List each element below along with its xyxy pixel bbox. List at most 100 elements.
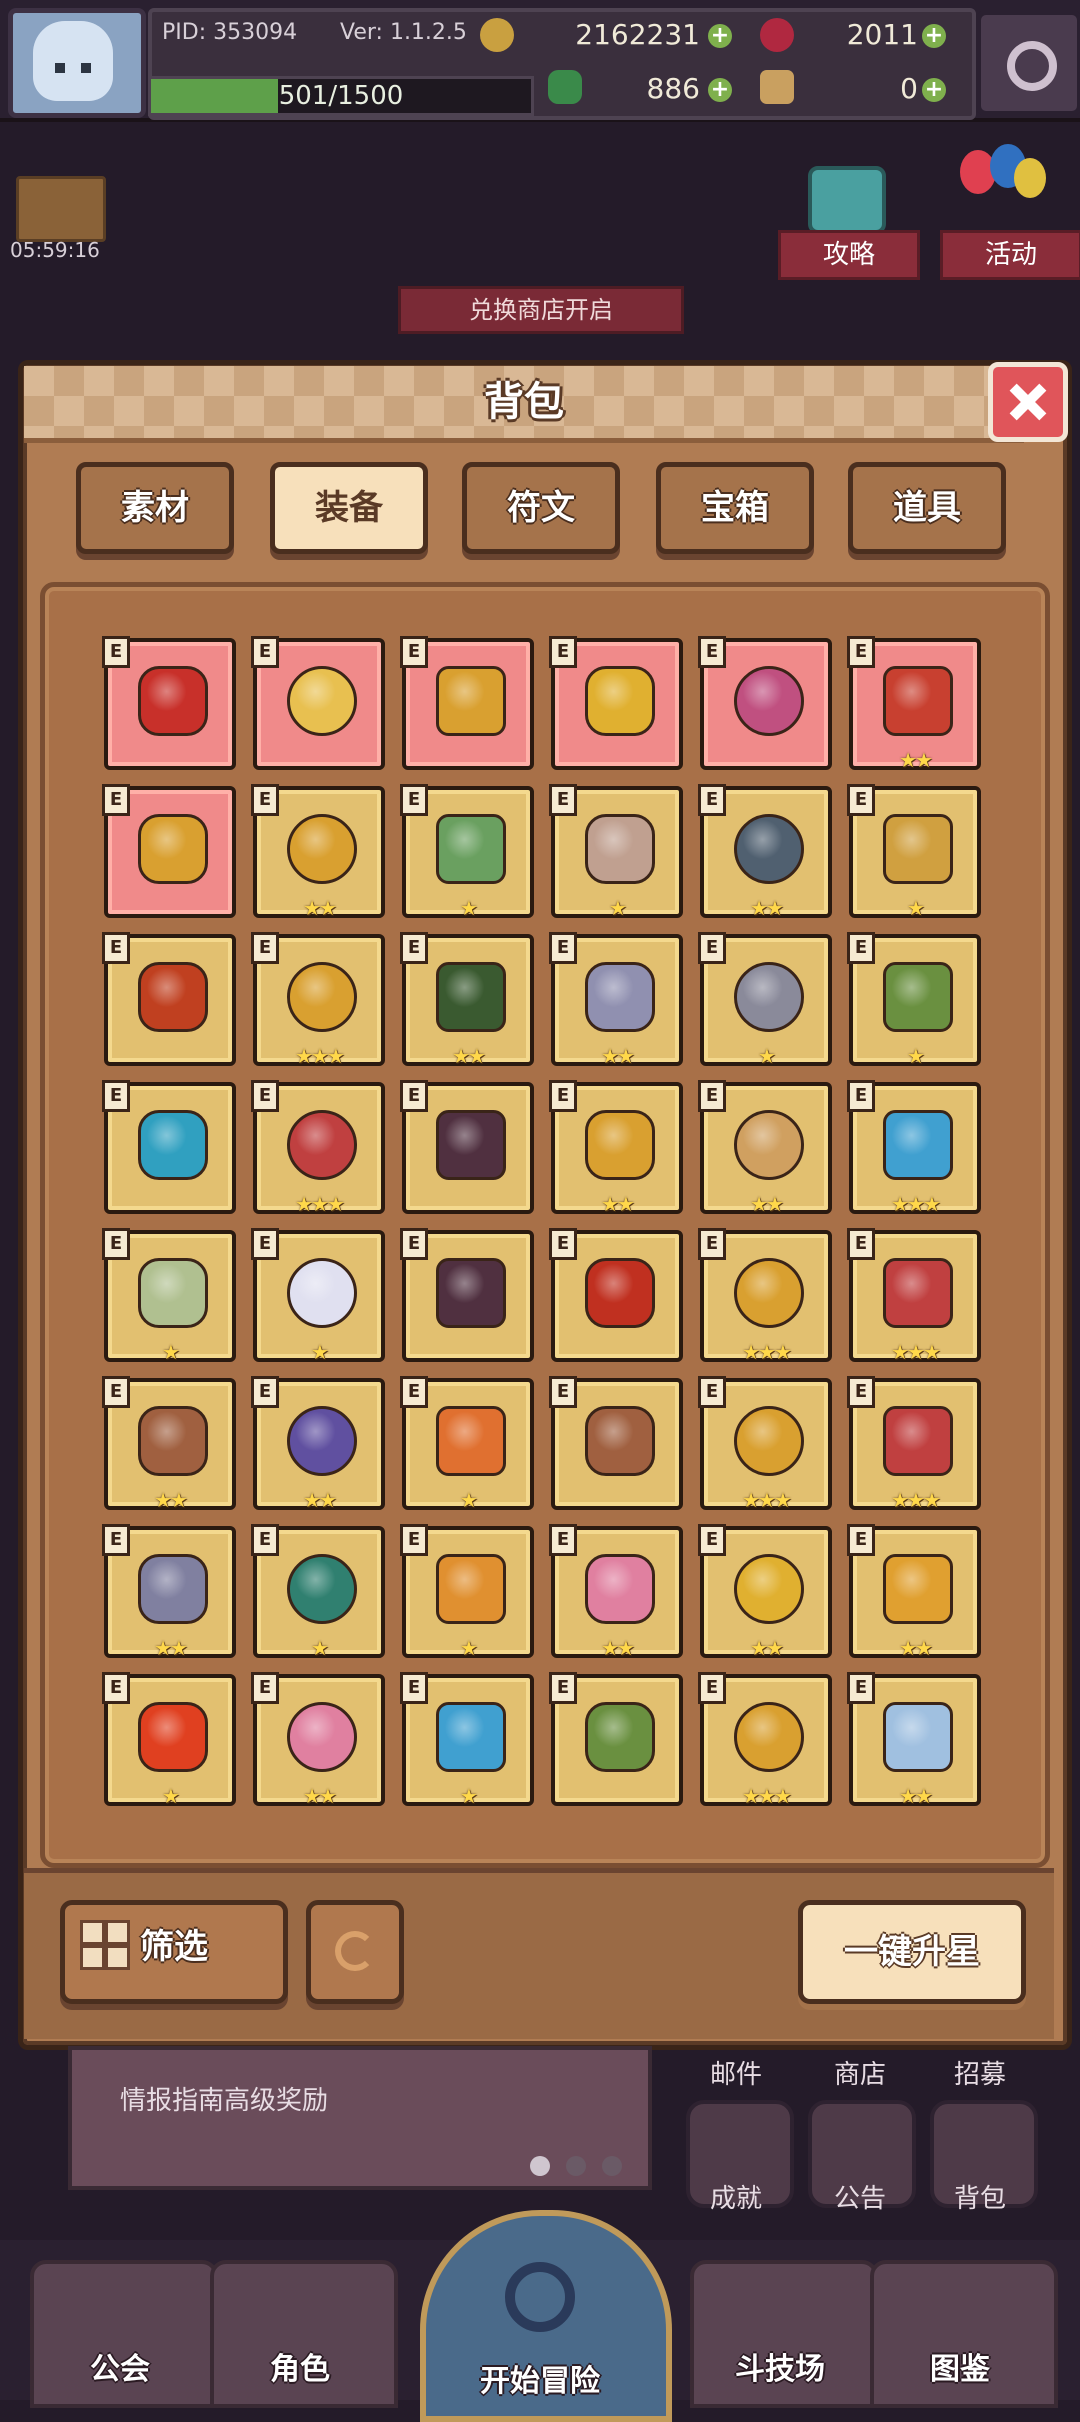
item-slot[interactable]: E ★★ xyxy=(847,1672,981,1808)
item-slot[interactable]: E xyxy=(102,784,236,918)
recruit-label[interactable]: 招募 xyxy=(920,2054,1040,2091)
item-slot[interactable]: E xyxy=(400,636,534,770)
item-slot[interactable]: E ★★★ xyxy=(698,1228,832,1364)
lantern-armor-icon xyxy=(138,962,208,1032)
news-banner[interactable] xyxy=(68,2046,652,2190)
item-slot[interactable]: E ★★★ xyxy=(698,1672,832,1808)
item-slot[interactable]: E ★ xyxy=(102,1228,236,1364)
item-slot[interactable]: E ★★★ xyxy=(847,1376,981,1512)
item-slot[interactable]: E ★ xyxy=(251,1228,385,1364)
item-slot[interactable]: E ★★★ xyxy=(847,1080,981,1216)
item-slot[interactable]: E ★★★ xyxy=(251,1080,385,1216)
item-slot[interactable]: E ★★ xyxy=(251,1376,385,1512)
bone-bracer-icon xyxy=(734,1110,804,1180)
item-slot[interactable]: E ★ xyxy=(698,932,832,1068)
item-slot[interactable]: E xyxy=(549,636,683,770)
item-slot[interactable]: E ★★ xyxy=(400,932,534,1068)
item-slot[interactable]: E xyxy=(400,1228,534,1362)
close-button[interactable] xyxy=(988,362,1068,442)
teal-boots-icon xyxy=(287,1554,357,1624)
tab-chests[interactable]: 宝箱 xyxy=(656,462,814,554)
carousel-dot[interactable] xyxy=(530,2156,550,2176)
one-click-upgrade-button[interactable]: 一键升星 xyxy=(798,1900,1026,2004)
item-slot[interactable]: E ★★ xyxy=(102,1524,236,1660)
item-slot[interactable]: E xyxy=(102,636,236,770)
item-slot[interactable]: E ★ xyxy=(400,1376,534,1512)
refresh-button[interactable] xyxy=(306,1900,404,2004)
settings-button[interactable] xyxy=(976,10,1080,116)
spear-icon xyxy=(734,814,804,884)
item-slot[interactable]: E ★★ xyxy=(549,932,683,1068)
item-slot[interactable]: E xyxy=(400,1080,534,1214)
item-slot[interactable]: E ★ xyxy=(847,932,981,1068)
tab-equipment[interactable]: 装备 xyxy=(270,462,428,554)
item-slot[interactable]: E ★ xyxy=(400,1524,534,1660)
jeweled-bracelet-icon xyxy=(734,1258,804,1328)
equip-badge: E xyxy=(847,1228,875,1260)
item-slot[interactable]: E xyxy=(102,1080,236,1214)
item-slot[interactable]: E ★★ xyxy=(549,1080,683,1216)
item-slot[interactable]: E ★★★ xyxy=(698,1376,832,1512)
item-slot[interactable]: E xyxy=(549,1376,683,1510)
item-slot[interactable]: E ★★★ xyxy=(847,1228,981,1364)
item-slot[interactable]: E ★★ xyxy=(698,1524,832,1660)
item-slot[interactable]: E ★ xyxy=(102,1672,236,1808)
equip-badge: E xyxy=(102,1228,130,1260)
equip-badge: E xyxy=(847,784,875,816)
item-slot[interactable]: E ★★ xyxy=(251,784,385,920)
player-avatar[interactable] xyxy=(8,8,146,118)
tab-materials[interactable]: 素材 xyxy=(76,462,234,554)
item-slot[interactable]: E ★ xyxy=(847,784,981,920)
add-gold-button[interactable]: + xyxy=(708,24,732,48)
gold-band-icon xyxy=(287,962,357,1032)
equip-badge: E xyxy=(102,932,130,964)
tab-runes[interactable]: 符文 xyxy=(462,462,620,554)
equip-badge: E xyxy=(400,1228,428,1260)
item-slot[interactable]: E ★ xyxy=(549,784,683,920)
star-rating: ★ xyxy=(758,1044,776,1068)
item-slot[interactable]: E ★ xyxy=(251,1524,385,1660)
nav-codex-label: 图鉴 xyxy=(930,2352,990,2387)
tab-props[interactable]: 道具 xyxy=(848,462,1006,554)
item-slot[interactable]: E xyxy=(549,1228,683,1362)
green-hood-icon xyxy=(436,962,506,1032)
item-slot[interactable]: E ★★ xyxy=(549,1524,683,1660)
event-button[interactable]: 活动 xyxy=(940,144,1080,280)
item-slot[interactable]: E xyxy=(102,932,236,1066)
straw-hat-icon xyxy=(287,666,357,736)
carousel-dot[interactable] xyxy=(602,2156,622,2176)
gear-icon xyxy=(1007,41,1057,91)
item-slot[interactable]: E ★★ xyxy=(847,636,981,772)
gold-ring-icon xyxy=(138,814,208,884)
gem-amount: 2011 xyxy=(846,18,918,51)
item-slot[interactable]: E ★ xyxy=(400,784,534,920)
guide-button[interactable]: 攻略 xyxy=(778,160,920,280)
add-thumb-button[interactable]: + xyxy=(922,78,946,102)
violet-bracelet-icon xyxy=(287,1406,357,1476)
shop-label[interactable]: 商店 xyxy=(800,2054,920,2091)
item-slot[interactable]: E ★★★ xyxy=(251,932,385,1068)
item-slot[interactable]: E xyxy=(251,636,385,770)
green-collar-icon xyxy=(883,962,953,1032)
exchange-shop-banner[interactable]: 兑换商店开启 xyxy=(398,286,684,334)
add-clover-button[interactable]: + xyxy=(708,78,732,102)
refresh-icon xyxy=(335,1931,375,1971)
mail-label[interactable]: 邮件 xyxy=(676,2054,796,2091)
item-slot[interactable]: E ★ xyxy=(400,1672,534,1808)
equip-badge: E xyxy=(251,1228,279,1260)
item-slot[interactable]: E ★★ xyxy=(698,784,832,920)
add-gem-button[interactable]: + xyxy=(922,24,946,48)
gift-box-icon[interactable] xyxy=(16,176,106,242)
version-label: Ver: 1.1.2.5 xyxy=(340,20,467,45)
star-rating: ★★ xyxy=(303,1784,337,1808)
item-slot[interactable]: E xyxy=(698,636,832,770)
item-slot[interactable]: E xyxy=(549,1672,683,1806)
equip-badge: E xyxy=(549,784,577,816)
item-slot[interactable]: E ★★ xyxy=(698,1080,832,1216)
item-slot[interactable]: E ★★ xyxy=(847,1524,981,1660)
orange-ring-icon xyxy=(436,1406,506,1476)
item-slot[interactable]: E ★★ xyxy=(102,1376,236,1512)
equip-badge: E xyxy=(549,1672,577,1704)
carousel-dot[interactable] xyxy=(566,2156,586,2176)
item-slot[interactable]: E ★★ xyxy=(251,1672,385,1808)
